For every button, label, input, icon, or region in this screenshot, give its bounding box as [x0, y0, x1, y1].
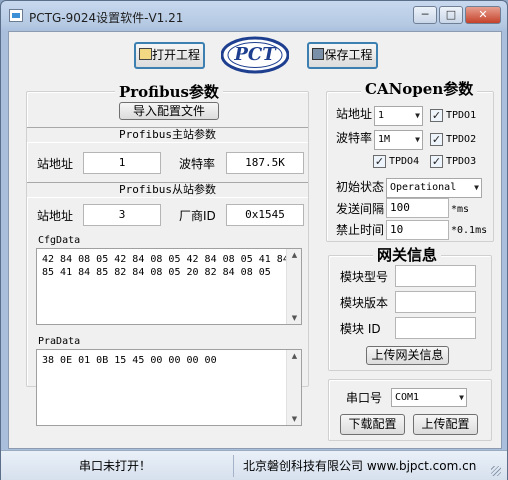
client-area: 打开工程 PCT 保存工程 Profibus参数 导入配置文件 Profibus… [8, 31, 502, 449]
profibus-group-title: Profibus参数 [115, 81, 223, 102]
app-icon [9, 9, 23, 22]
serial-port-combo[interactable]: COM1 ▼ [391, 388, 467, 407]
open-project-label: 打开工程 [151, 48, 200, 62]
module-version-input[interactable] [395, 291, 476, 313]
init-state-value: Operational [390, 182, 457, 193]
company-info-text: 北京磐创科技有限公司 www.bjpct.com.cn [243, 459, 477, 473]
pct-logo: PCT [220, 36, 290, 74]
canopen-station-label: 站地址 [336, 107, 373, 121]
module-id-label: 模块 ID [340, 322, 381, 336]
chevron-down-icon[interactable]: ▼ [415, 131, 420, 149]
serial-port-value: COM1 [395, 392, 420, 403]
chevron-down-icon[interactable]: ▼ [474, 179, 479, 197]
slave-station-input[interactable]: 3 [83, 204, 161, 226]
logo-text: PCT [234, 44, 276, 65]
download-config-button[interactable]: 下载配置 [340, 414, 405, 435]
tpdo2-label: TPDO2 [446, 134, 477, 145]
canopen-baud-value: 1M [378, 134, 391, 145]
module-model-label: 模块型号 [340, 270, 389, 284]
close-button[interactable]: ✕ [465, 6, 501, 24]
save-project-label: 保存工程 [324, 48, 373, 62]
canopen-station-value: 1 [378, 110, 385, 121]
folder-open-icon [138, 48, 152, 60]
scroll-down-icon[interactable]: ▼ [287, 413, 302, 425]
status-separator [233, 455, 234, 477]
tpdo3-checkbox[interactable]: ✓ [430, 155, 443, 168]
serial-port-label: 串口号 [346, 391, 383, 405]
module-id-input[interactable] [395, 317, 476, 339]
port-status-text: 串口未打开！ [79, 459, 152, 473]
canopen-group-title: CANopen参数 [361, 78, 478, 99]
tpdo3-label: TPDO3 [446, 156, 477, 167]
master-baud-input[interactable]: 187.5K [226, 152, 304, 174]
pradata-textarea[interactable]: 38 0E 01 0B 15 45 00 00 00 00 [36, 349, 302, 426]
send-interval-unit: *ms [451, 204, 470, 215]
canopen-baud-combo[interactable]: 1M ▼ [374, 130, 423, 150]
tpdo4-checkbox[interactable]: ✓ [373, 155, 386, 168]
send-interval-input[interactable]: 100 [386, 198, 449, 218]
module-version-label: 模块版本 [340, 296, 389, 310]
tpdo2-checkbox[interactable]: ✓ [430, 133, 443, 146]
chevron-down-icon[interactable]: ▼ [415, 107, 420, 125]
scroll-down-icon[interactable]: ▼ [287, 312, 302, 324]
vendor-id-label: 厂商ID [179, 209, 216, 223]
tpdo1-checkbox[interactable]: ✓ [430, 109, 443, 122]
scroll-up-icon[interactable]: ▲ [287, 350, 302, 362]
status-bar: 串口未打开！ 北京磐创科技有限公司 www.bjpct.com.cn [1, 450, 507, 480]
pradata-label: PraData [38, 336, 81, 347]
init-state-combo[interactable]: Operational ▼ [386, 178, 482, 198]
floppy-disk-icon [312, 48, 325, 60]
tpdo4-label: TPDO4 [389, 156, 420, 167]
master-station-label: 站地址 [37, 157, 74, 171]
upload-config-button[interactable]: 上传配置 [413, 414, 478, 435]
cfgdata-label: CfgData [38, 235, 81, 246]
master-station-input[interactable]: 1 [83, 152, 161, 174]
canopen-baud-label: 波特率 [336, 131, 373, 145]
master-section-heading: Profibus主站参数 [27, 127, 308, 143]
inhibit-time-input[interactable]: 10 [386, 220, 449, 240]
send-interval-label: 发送间隔 [336, 202, 385, 216]
open-project-button[interactable]: 打开工程 [134, 42, 205, 69]
inhibit-time-label: 禁止时间 [336, 223, 385, 237]
scroll-up-icon[interactable]: ▲ [287, 249, 302, 261]
canopen-station-combo[interactable]: 1 ▼ [374, 106, 423, 126]
window-title: PCTG-9024设置软件-V1.21 [29, 11, 184, 25]
slave-station-label: 站地址 [37, 209, 74, 223]
pradata-scrollbar[interactable]: ▲ ▼ [286, 350, 301, 425]
upload-gateway-info-button[interactable]: 上传网关信息 [366, 346, 449, 365]
maximize-button[interactable]: □ [439, 6, 463, 24]
module-model-input[interactable] [395, 265, 476, 287]
init-state-label: 初始状态 [336, 180, 385, 194]
master-baud-label: 波特率 [179, 157, 216, 171]
application-window: PCTG-9024设置软件-V1.21 ─ □ ✕ 打开工程 PCT 保存工程 … [0, 0, 508, 480]
chevron-down-icon[interactable]: ▼ [459, 389, 464, 407]
resize-grip[interactable] [491, 466, 501, 476]
minimize-button[interactable]: ─ [413, 6, 437, 24]
save-project-button[interactable]: 保存工程 [307, 42, 378, 69]
cfgdata-textarea[interactable]: 42 84 08 05 42 84 08 05 42 84 08 05 41 8… [36, 248, 302, 325]
gateway-info-title: 网关信息 [373, 244, 442, 265]
vendor-id-input[interactable]: 0x1545 [226, 204, 304, 226]
inhibit-time-unit: *0.1ms [451, 225, 488, 236]
slave-section-heading: Profibus从站参数 [27, 182, 308, 198]
tpdo1-label: TPDO1 [446, 110, 477, 121]
title-bar[interactable]: PCTG-9024设置软件-V1.21 ─ □ ✕ [1, 1, 507, 31]
import-config-button[interactable]: 导入配置文件 [119, 102, 219, 120]
cfgdata-scrollbar[interactable]: ▲ ▼ [286, 249, 301, 324]
